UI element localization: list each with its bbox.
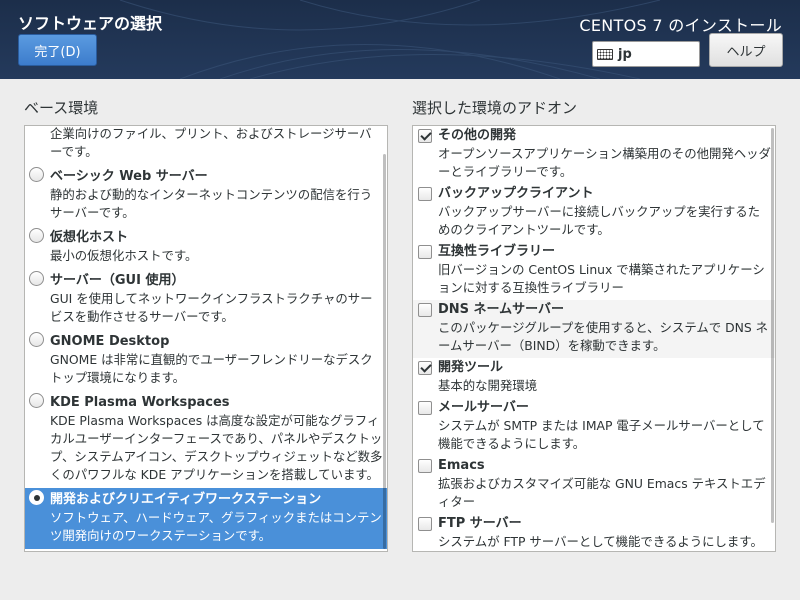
radio-button[interactable] (29, 271, 44, 286)
addon-item[interactable]: メールサーバーシステムが SMTP または IMAP 電子メールサーバーとして機… (413, 398, 775, 456)
addon-description: 旧バージョンの CentOS Linux で構築されたアプリケーションに対する互… (438, 262, 765, 295)
addons-label: 選択した環境のアドオン (412, 99, 578, 117)
checkbox[interactable] (418, 459, 432, 473)
keyboard-layout-indicator[interactable]: jp (592, 41, 700, 67)
base-environment-item[interactable]: 開発およびクリエイティブワークステーションソフトウェア、ハードウェア、グラフィッ… (25, 488, 387, 549)
addon-title: その他の開発 (438, 128, 517, 143)
base-environment-description: 静的および動的なインターネットコンテンツの配信を行うサーバーです。 (50, 187, 373, 220)
base-environment-title: GNOME Desktop (50, 334, 170, 349)
addon-item[interactable]: DNS ネームサーバーこのパッケージグループを使用すると、システムで DNS ネ… (413, 300, 775, 358)
base-environment-item[interactable]: ファイルとストレージサーバー企業向けのファイル、プリント、およびストレージサーバ… (25, 126, 387, 165)
help-button[interactable]: ヘルプ (709, 33, 783, 67)
checkbox[interactable] (418, 303, 432, 317)
base-environment-title: サーバー（GUI 使用） (50, 273, 185, 288)
base-environment-label: ベース環境 (24, 99, 99, 117)
addon-title: FTP サーバー (438, 516, 522, 531)
addon-item[interactable]: その他の開発オープンソースアプリケーション構築用のその他開発ヘッダーとライブラリ… (413, 126, 775, 184)
keyboard-icon (597, 48, 613, 60)
checkbox[interactable] (418, 401, 432, 415)
base-environment-description: KDE Plasma Workspaces は高度な設定が可能なグラフィカルユー… (50, 413, 383, 482)
base-environment-title: 仮想化ホスト (50, 230, 129, 245)
base-environment-items: ファイルとストレージサーバー企業向けのファイル、プリント、およびストレージサーバ… (25, 126, 387, 549)
base-environment-title: 開発およびクリエイティブワークステーション (50, 492, 322, 507)
addon-description: オープンソースアプリケーション構築用のその他開発ヘッダーとライブラリーです。 (438, 146, 771, 179)
checkbox[interactable] (418, 187, 432, 201)
checkbox[interactable] (418, 517, 432, 531)
base-environment-description: ソフトウェア、ハードウェア、グラフィックまたはコンテンツ開発向けのワークステーシ… (50, 510, 382, 543)
base-environment-title: ベーシック Web サーバー (50, 169, 208, 184)
addon-item[interactable]: バックアップクライアントバックアップサーバーに接続しバックアップを実行するための… (413, 184, 775, 242)
addon-title: 互換性ライブラリー (438, 244, 556, 259)
radio-button[interactable] (29, 393, 44, 408)
addon-description: このパッケージグループを使用すると、システムで DNS ネームサーバー（BIND… (438, 320, 769, 353)
keyboard-layout-label: jp (618, 46, 632, 62)
base-environment-list[interactable]: ファイルとストレージサーバー企業向けのファイル、プリント、およびストレージサーバ… (24, 125, 388, 552)
header-bar: ソフトウェアの選択 完了(D) CENTOS 7 のインストール jp ヘルプ (0, 0, 800, 79)
addons-list[interactable]: その他の開発オープンソースアプリケーション構築用のその他開発ヘッダーとライブラリ… (412, 125, 776, 552)
addon-title: バックアップクライアント (438, 186, 594, 201)
addon-description: バックアップサーバーに接続しバックアップを実行するためのクライアントツールです。 (438, 204, 761, 237)
radio-button[interactable] (29, 167, 44, 182)
base-environment-item[interactable]: ベーシック Web サーバー静的および動的なインターネットコンテンツの配信を行う… (25, 165, 387, 226)
base-environment-item[interactable]: サーバー（GUI 使用） GUI を使用してネットワークインフラストラクチャのサー… (25, 269, 387, 330)
radio-button[interactable] (29, 228, 44, 243)
addon-items: その他の開発オープンソースアプリケーション構築用のその他開発ヘッダーとライブラリ… (413, 126, 775, 551)
addon-description: システムが SMTP または IMAP 電子メールサーバーとして機能できるように… (438, 418, 765, 451)
addon-item[interactable]: Emacs 拡張およびカスタマイズ可能な GNU Emacs テキストエディター (413, 456, 775, 514)
addon-description: 基本的な開発環境 (438, 378, 538, 393)
base-environment-item[interactable]: KDE Plasma Workspaces KDE Plasma Workspac… (25, 391, 387, 488)
page-title: ソフトウェアの選択 (18, 14, 163, 33)
base-list-scrollbar[interactable] (383, 154, 386, 549)
addon-item[interactable]: FTP サーバーシステムが FTP サーバーとして機能できるようにします。 (413, 514, 775, 551)
radio-button[interactable] (29, 490, 44, 505)
addon-title: 開発ツール (438, 360, 504, 375)
checkbox-checked[interactable] (418, 361, 432, 375)
addon-title: メールサーバー (438, 400, 529, 415)
base-environment-item[interactable]: 仮想化ホスト最小の仮想化ホストです。 (25, 226, 387, 269)
base-environment-description: GNOME は非常に直観的でユーザーフレンドリーなデスクトップ環境になります。 (50, 352, 373, 385)
addon-description: 拡張およびカスタマイズ可能な GNU Emacs テキストエディター (438, 476, 766, 509)
base-environment-title: KDE Plasma Workspaces (50, 395, 230, 410)
addon-item[interactable]: 開発ツール基本的な開発環境 (413, 358, 775, 398)
checkbox[interactable] (418, 245, 432, 259)
base-environment-description: 最小の仮想化ホストです。 (50, 248, 198, 263)
radio-button[interactable] (29, 332, 44, 347)
base-environment-item[interactable]: GNOME Desktop GNOME は非常に直観的でユーザーフレンドリーなデス… (25, 330, 387, 391)
addon-title: Emacs (438, 458, 485, 473)
addon-description: システムが FTP サーバーとして機能できるようにします。 (438, 534, 763, 549)
checkbox-checked[interactable] (418, 129, 432, 143)
done-button[interactable]: 完了(D) (18, 34, 97, 66)
base-environment-description: 企業向けのファイル、プリント、およびストレージサーバーです。 (50, 126, 372, 159)
addon-title: DNS ネームサーバー (438, 302, 565, 317)
addon-item[interactable]: 互換性ライブラリー旧バージョンの CentOS Linux で構築されたアプリケ… (413, 242, 775, 300)
base-environment-description: GUI を使用してネットワークインフラストラクチャのサービスを動作させるサーバー… (50, 291, 373, 324)
addon-list-scrollbar[interactable] (771, 128, 774, 523)
